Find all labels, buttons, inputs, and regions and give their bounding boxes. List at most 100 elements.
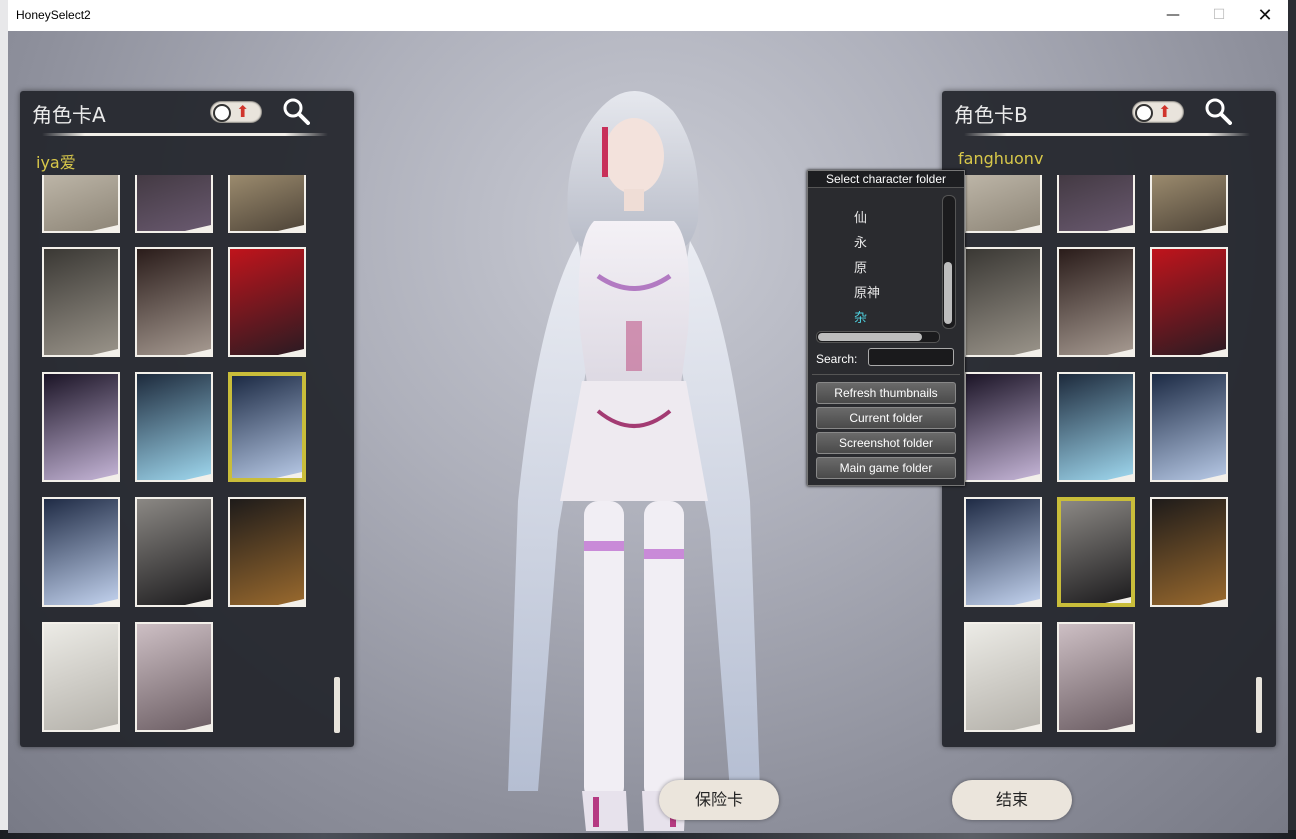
character-card-thumbnail[interactable] <box>1150 175 1228 233</box>
toggle-knob <box>213 104 231 122</box>
window-title: HoneySelect2 <box>16 8 91 22</box>
current-folder-name: fanghuonv <box>958 149 1044 168</box>
toggle-knob <box>1135 104 1153 122</box>
title-bar[interactable]: HoneySelect2 — ☐ ✕ <box>8 0 1288 31</box>
character-card-thumbnail[interactable] <box>964 497 1042 607</box>
card-corner-tab <box>92 724 118 730</box>
card-corner-tab <box>1200 474 1226 480</box>
character-card-thumbnail[interactable] <box>135 622 213 732</box>
character-card-thumbnail[interactable] <box>964 622 1042 732</box>
dialog-title: Select character folder <box>808 171 964 188</box>
card-corner-tab <box>1107 349 1133 355</box>
card-corner-tab <box>185 349 211 355</box>
screenshot-folder-button[interactable]: Screenshot folder <box>816 432 956 454</box>
character-card-thumbnail[interactable] <box>1057 247 1135 357</box>
folder-list[interactable]: 仙永原原神杂 <box>814 189 940 331</box>
arrow-up-icon: ⬆ <box>1158 102 1172 121</box>
character-card-thumbnail[interactable] <box>964 372 1042 482</box>
folder-item[interactable]: 原神 <box>854 282 880 301</box>
thumbnail-grid[interactable] <box>42 175 322 737</box>
character-card-thumbnail[interactable] <box>1057 497 1135 607</box>
character-card-thumbnail[interactable] <box>228 247 306 357</box>
scroll-thumb[interactable] <box>818 333 922 341</box>
desktop-edge <box>0 0 8 839</box>
main-game-folder-button[interactable]: Main game folder <box>816 457 956 479</box>
folder-item[interactable]: 仙 <box>854 207 867 226</box>
thumbnail-grid[interactable] <box>964 175 1244 737</box>
arrow-up-icon: ⬆ <box>236 102 250 121</box>
character-card-thumbnail[interactable] <box>228 175 306 233</box>
folder-item[interactable]: 永 <box>854 232 867 251</box>
close-icon: ✕ <box>1257 5 1273 26</box>
card-corner-tab <box>1014 225 1040 231</box>
character-card-thumbnail[interactable] <box>135 175 213 233</box>
card-corner-tab <box>1014 724 1040 730</box>
card-corner-tab <box>1014 599 1040 605</box>
character-panel-a: 角色卡A ⬆ iya爱 <box>20 91 354 747</box>
sort-toggle[interactable]: ⬆ <box>1132 101 1184 123</box>
insurance-card-button[interactable]: 保险卡 <box>659 780 779 820</box>
character-card-thumbnail[interactable] <box>135 247 213 357</box>
character-card-thumbnail[interactable] <box>42 247 120 357</box>
character-card-thumbnail[interactable] <box>135 497 213 607</box>
character-card-thumbnail[interactable] <box>964 175 1042 233</box>
folder-list-vscrollbar[interactable] <box>942 195 956 329</box>
search-label: Search: <box>816 352 858 366</box>
title-underline <box>42 133 328 136</box>
character-card-thumbnail[interactable] <box>228 372 306 482</box>
card-corner-tab <box>1105 597 1131 603</box>
character-card-thumbnail[interactable] <box>42 622 120 732</box>
card-corner-tab <box>1014 349 1040 355</box>
grid-scrollbar[interactable] <box>1256 677 1262 733</box>
card-corner-tab <box>1107 724 1133 730</box>
character-card-thumbnail[interactable] <box>42 175 120 233</box>
character-card-thumbnail[interactable] <box>42 497 120 607</box>
card-corner-tab <box>278 599 304 605</box>
character-card-thumbnail[interactable] <box>42 372 120 482</box>
card-corner-tab <box>1200 599 1226 605</box>
character-card-thumbnail[interactable] <box>1150 372 1228 482</box>
folder-item[interactable]: 杂 <box>854 307 867 326</box>
panel-a-title: 角色卡A <box>32 103 106 127</box>
card-corner-tab <box>1014 474 1040 480</box>
card-corner-tab <box>1200 349 1226 355</box>
card-corner-tab <box>185 724 211 730</box>
character-card-thumbnail[interactable] <box>135 372 213 482</box>
card-corner-tab <box>278 225 304 231</box>
character-model <box>508 91 760 831</box>
minimize-button[interactable]: — <box>1150 0 1196 31</box>
character-card-thumbnail[interactable] <box>964 247 1042 357</box>
card-corner-tab <box>185 225 211 231</box>
search-icon[interactable] <box>1204 97 1232 125</box>
card-corner-tab <box>1107 225 1133 231</box>
grid-scrollbar[interactable] <box>334 677 340 733</box>
character-card-thumbnail[interactable] <box>1057 175 1135 233</box>
card-corner-tab <box>92 599 118 605</box>
search-icon[interactable] <box>282 97 310 125</box>
folder-search-input[interactable] <box>868 348 954 366</box>
card-corner-tab <box>92 474 118 480</box>
maximize-button[interactable]: ☐ <box>1196 0 1242 31</box>
scroll-thumb[interactable] <box>944 262 952 324</box>
folder-select-dialog: Select character folder 仙永原原神杂 Search: R… <box>807 170 965 486</box>
refresh-thumbnails-button[interactable]: Refresh thumbnails <box>816 382 956 404</box>
card-corner-tab <box>92 349 118 355</box>
character-card-thumbnail[interactable] <box>228 497 306 607</box>
current-folder-button[interactable]: Current folder <box>816 407 956 429</box>
game-viewport: 角色卡A ⬆ iya爱 角色卡B ⬆ fanghuonv Select char… <box>8 31 1288 833</box>
end-button[interactable]: 结束 <box>952 780 1072 820</box>
card-corner-tab <box>185 474 211 480</box>
folder-item[interactable]: 原 <box>854 257 867 276</box>
character-card-thumbnail[interactable] <box>1057 372 1135 482</box>
character-card-thumbnail[interactable] <box>1150 497 1228 607</box>
sort-toggle[interactable]: ⬆ <box>210 101 262 123</box>
panel-b-title: 角色卡B <box>954 103 1028 127</box>
card-corner-tab <box>185 599 211 605</box>
folder-list-hscrollbar[interactable] <box>816 331 940 343</box>
close-button[interactable]: ✕ <box>1242 0 1288 31</box>
character-card-thumbnail[interactable] <box>1150 247 1228 357</box>
divider <box>812 374 960 375</box>
current-folder-name: iya爱 <box>36 153 76 172</box>
card-corner-tab <box>278 349 304 355</box>
character-card-thumbnail[interactable] <box>1057 622 1135 732</box>
